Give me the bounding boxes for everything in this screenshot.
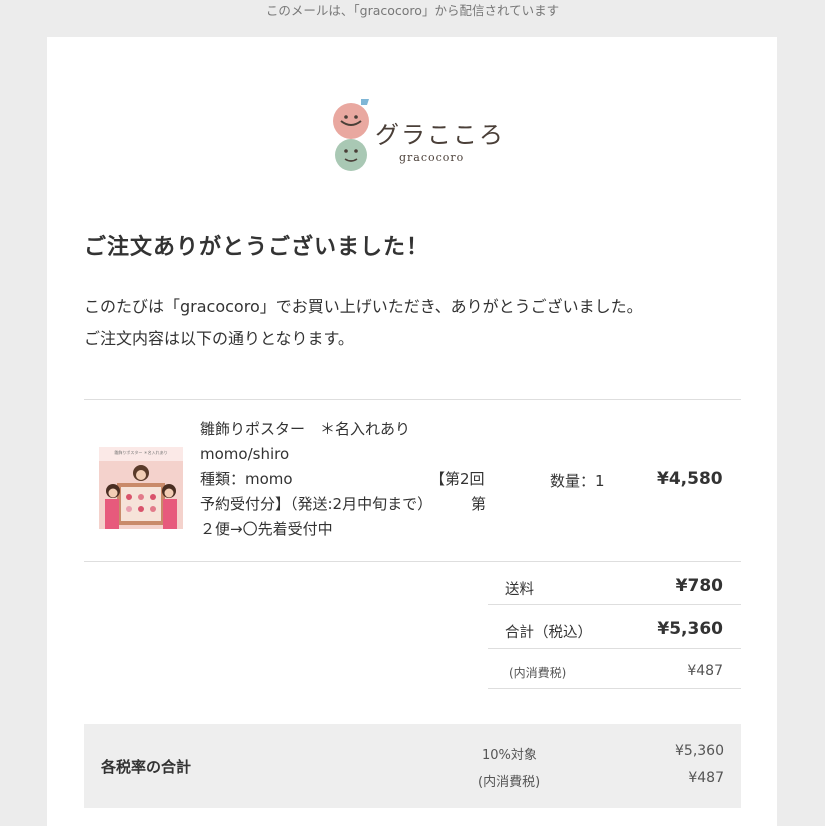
- product-type: 種類：momo 【第2回: [200, 467, 500, 492]
- product-variant: momo/shiro: [200, 445, 290, 463]
- tax-rate-summary: 各税率の合計 10%対象 ¥5,360 (内消費税) ¥487: [84, 724, 741, 808]
- item-quantity: 数量：1: [550, 472, 605, 490]
- divider: [488, 688, 741, 689]
- tax-rate-value: ¥5,360: [675, 743, 724, 759]
- product-photo: [99, 461, 183, 529]
- included-tax-label: (内消費税): [509, 666, 567, 680]
- product-thumbnail[interactable]: 雛飾りポスター ＊名入れあり: [99, 447, 183, 529]
- product-type-label: 種類：momo: [200, 470, 293, 488]
- page-title: ご注文ありがとうございました！: [84, 235, 430, 260]
- total-value: ¥5,360: [657, 619, 723, 639]
- intro-line-1: このたびは「gracocoro」でお買い上げいただき、ありがとうございました。: [84, 297, 643, 316]
- total-label: 合計（税込）: [505, 625, 592, 641]
- included-tax-value: ¥487: [687, 663, 723, 679]
- divider: [84, 561, 741, 562]
- logo-mark-icon: [333, 99, 369, 171]
- product-option-text: 予約受付分】（発送:2月中旬まで）: [200, 495, 433, 513]
- email-card: グラこころ gracocoro ご注文ありがとうございました！ このたびは「gr…: [47, 37, 777, 826]
- logo-subtext: gracocoro: [399, 151, 465, 164]
- tax-rate-label: 10%対象: [482, 748, 537, 763]
- shipping-label: 送料: [505, 582, 534, 598]
- product-name: 雛飾りポスター ＊名入れあり: [200, 420, 411, 438]
- intro-line-2: ご注文内容は以下の通りとなります。: [84, 329, 354, 348]
- divider: [488, 648, 741, 649]
- tax-included-value: ¥487: [688, 770, 724, 786]
- product-details: 雛飾りポスター ＊名入れあり momo/shiro 種類：momo 【第2回 予…: [200, 417, 500, 542]
- divider: [488, 604, 741, 605]
- product-shipping-note: ２便→〇先着受付中: [200, 520, 333, 538]
- shipping-value: ¥780: [675, 576, 723, 596]
- product-type-option: 【第2回: [430, 470, 485, 488]
- brand-logo[interactable]: グラこころ gracocoro: [327, 93, 507, 177]
- divider: [84, 399, 741, 400]
- product-option-tail: 第: [471, 495, 487, 513]
- item-price: ¥4,580: [657, 469, 723, 489]
- tax-summary-title: 各税率の合計: [101, 758, 192, 776]
- preheader-text: このメールは、「gracocoro」から配信されています: [265, 3, 560, 18]
- tax-included-label: (内消費税): [478, 775, 541, 790]
- intro-message: このたびは「gracocoro」でお買い上げいただき、ありがとうございました。 …: [84, 291, 744, 355]
- product-option-line: 予約受付分】（発送:2月中旬まで） 第: [200, 492, 500, 517]
- logo-wordmark: グラこころ: [375, 121, 505, 149]
